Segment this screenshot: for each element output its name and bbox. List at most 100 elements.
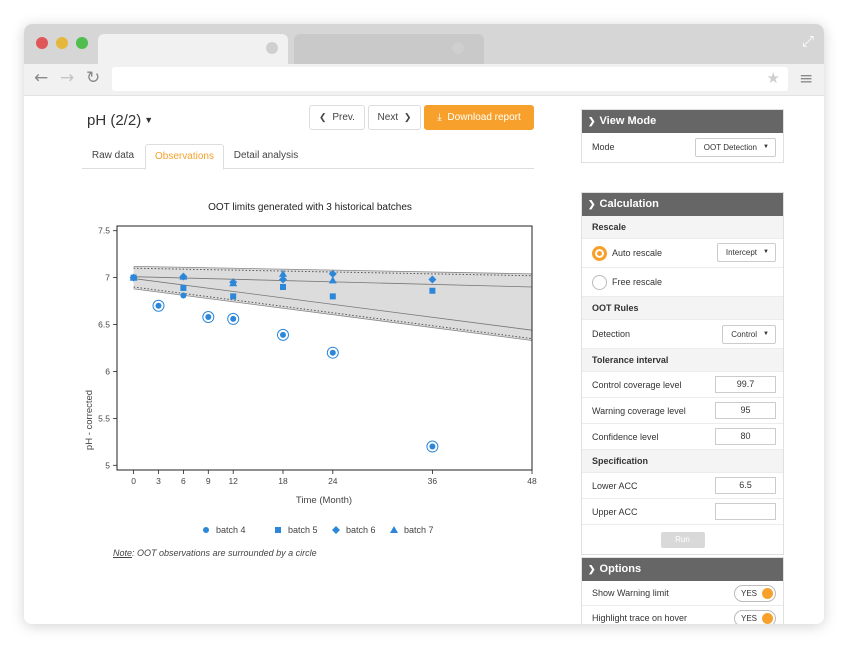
plot-frame — [116, 225, 533, 471]
show-warning-value: YES — [741, 589, 758, 598]
legend-marker[interactable] — [203, 527, 209, 533]
y-tick-label: 7.5 — [98, 226, 110, 236]
auto-rescale-row: Auto rescale Intercept ▼ — [582, 239, 783, 268]
calculation-header[interactable]: ❯ Calculation — [582, 193, 783, 216]
detection-label: Detection — [592, 329, 631, 339]
tab-close-icon[interactable] — [266, 42, 278, 54]
x-axis-label: Time (Month) — [296, 495, 352, 506]
legend-label[interactable]: batch 7 — [404, 525, 434, 535]
prev-label: Prev. — [332, 112, 355, 123]
chart-title: OOT limits generated with 3 historical b… — [208, 202, 412, 213]
view-mode-header[interactable]: ❯ View Mode — [582, 110, 783, 133]
highlight-label: Highlight trace on hover — [592, 613, 688, 623]
auto-rescale-radio[interactable] — [592, 246, 607, 261]
confidence-row: Confidence level 80 — [582, 424, 783, 450]
control-coverage-input[interactable]: 99.7 — [715, 376, 776, 393]
auto-rescale-select[interactable]: Intercept ▼ — [716, 243, 776, 262]
options-header[interactable]: ❯ Options — [582, 558, 783, 581]
data-point — [180, 292, 187, 299]
mode-value: OOT Detection — [703, 143, 757, 152]
data-point — [429, 287, 436, 294]
highlight-row: Highlight trace on hover YES — [582, 606, 783, 624]
note-text: : OOT observations are surrounded by a c… — [132, 548, 317, 558]
show-warning-toggle[interactable]: YES — [734, 585, 776, 602]
y-tick-label: 6.5 — [98, 320, 110, 330]
detection-row: Detection Control ▼ — [582, 320, 783, 349]
legend-marker[interactable] — [332, 526, 340, 534]
y-tick-label: 7 — [105, 273, 110, 283]
confidence-input[interactable]: 80 — [715, 428, 776, 445]
run-button[interactable]: Run — [660, 532, 705, 548]
legend-label[interactable]: batch 4 — [216, 525, 246, 535]
mode-select[interactable]: OOT Detection ▼ — [694, 138, 776, 157]
back-arrow-icon[interactable]: ← — [34, 68, 48, 88]
minimize-window-icon[interactable] — [56, 37, 68, 49]
caret-down-icon: ▼ — [763, 144, 769, 150]
data-point — [329, 349, 336, 356]
forward-arrow-icon[interactable]: → — [60, 68, 74, 88]
close-window-icon[interactable] — [36, 37, 48, 49]
calculation-panel: ❯ Calculation Rescale Auto rescale Interc… — [581, 192, 784, 555]
oot-rules-label: OOT Rules — [592, 303, 639, 313]
data-point — [230, 315, 237, 322]
lower-acc-input[interactable]: 6.5 — [715, 477, 776, 494]
legend-label[interactable]: batch 5 — [288, 525, 318, 535]
chevron-right-icon: ❯ — [403, 112, 412, 122]
download-label: Download report — [447, 112, 521, 123]
analysis-tabs: Raw data Observations Detail analysis — [82, 144, 534, 170]
specification-section: Specification — [582, 450, 783, 473]
auto-rescale-label: Auto rescale — [612, 248, 663, 258]
warning-coverage-label: Warning coverage level — [592, 406, 686, 416]
page-title: pH (2/2) — [87, 112, 142, 129]
chart-legend: batch 4 batch 5 batch 6 batch 7 — [203, 525, 434, 535]
browser-tab-active[interactable] — [98, 34, 288, 64]
lower-acc-label: Lower ACC — [592, 481, 638, 491]
next-button[interactable]: Next ❯ — [368, 105, 421, 130]
browser-tab-inactive[interactable] — [294, 34, 484, 64]
prev-button[interactable]: ❮ Prev. — [309, 105, 365, 130]
y-axis-label: pH - corrected — [84, 390, 95, 450]
browser-menu-icon[interactable]: ≡ — [799, 69, 813, 89]
highlight-toggle[interactable]: YES — [734, 610, 776, 624]
specification-label: Specification — [592, 456, 649, 466]
y-tick-label: 5.5 — [98, 413, 110, 423]
maximize-window-icon[interactable] — [76, 37, 88, 49]
expand-icon[interactable]: ⤢ — [802, 32, 814, 50]
free-rescale-label: Free rescale — [612, 277, 663, 287]
data-point — [329, 293, 336, 300]
chevron-down-icon: ❯ — [588, 199, 596, 209]
legend-marker[interactable] — [390, 526, 398, 533]
confidence-label: Confidence level — [592, 432, 659, 442]
view-mode-title: View Mode — [599, 115, 657, 127]
tab-observations[interactable]: Observations — [145, 144, 224, 170]
reload-icon[interactable]: ↻ — [86, 68, 100, 88]
legend-label[interactable]: batch 6 — [346, 525, 376, 535]
options-title: Options — [599, 563, 642, 575]
chevron-down-icon: ❯ — [588, 116, 596, 126]
next-label: Next — [377, 112, 399, 123]
tab-raw-data[interactable]: Raw data — [82, 144, 144, 169]
mode-row: Mode OOT Detection ▼ — [582, 133, 783, 162]
options-panel: ❯ Options Show Warning limit YES Highligh… — [581, 557, 784, 624]
y-tick-label: 6 — [105, 366, 110, 376]
tab-detail-analysis[interactable]: Detail analysis — [224, 144, 308, 169]
x-tick-label: 6 — [181, 476, 186, 486]
free-rescale-radio[interactable] — [592, 275, 607, 290]
x-tick-label: 9 — [206, 476, 211, 486]
bookmark-star-icon[interactable]: ★ — [767, 69, 780, 87]
legend-marker[interactable] — [275, 527, 281, 533]
mode-label: Mode — [592, 142, 615, 152]
detection-select[interactable]: Control ▼ — [722, 325, 776, 344]
tab-close-icon[interactable] — [452, 42, 464, 54]
browser-window: ⤢ ← → ↻ ★ ≡ pH (2/2) ▼ ❮ Prev. Next ❯ ⤓ D… — [24, 24, 824, 624]
parameter-selector[interactable]: pH (2/2) ▼ — [87, 112, 153, 129]
address-bar[interactable]: ★ — [112, 67, 788, 91]
rescale-section: Rescale — [582, 216, 783, 239]
upper-acc-input[interactable] — [715, 503, 776, 520]
chart-note: Note: OOT observations are surrounded by… — [113, 548, 317, 558]
upper-acc-label: Upper ACC — [592, 507, 638, 517]
warning-coverage-input[interactable]: 95 — [715, 402, 776, 419]
lower-acc-row: Lower ACC 6.5 — [582, 473, 783, 499]
y-tick-label: 5 — [105, 460, 110, 470]
download-report-button[interactable]: ⤓ Download report — [424, 105, 534, 130]
